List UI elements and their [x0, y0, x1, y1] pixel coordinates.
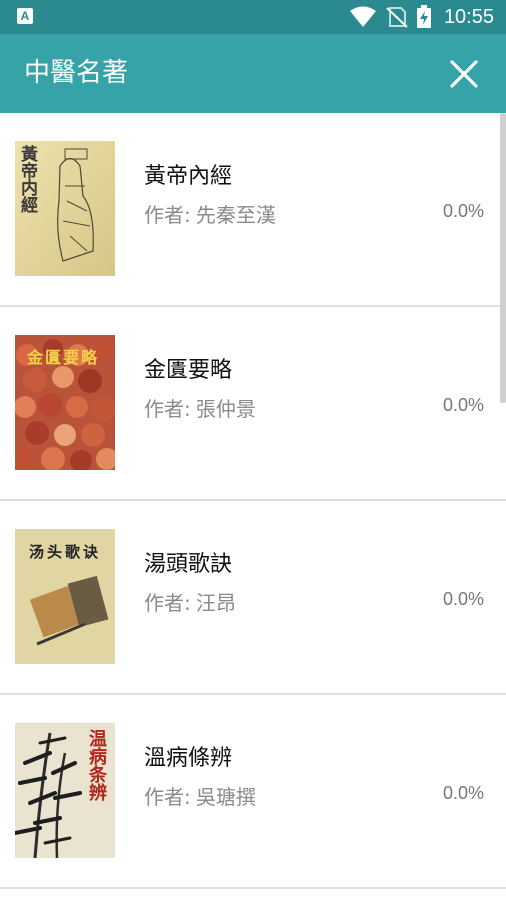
cover-title-2: 金匱要略 — [27, 348, 100, 367]
book-cover-3: 汤头歌诀 — [15, 529, 115, 664]
book-cover-4: 温病条辨 — [15, 723, 115, 858]
clock: 10:55 — [443, 5, 494, 28]
book-title: 溫病條辨 — [144, 746, 233, 771]
cover-title-4: 温病条辨 — [86, 729, 107, 801]
status-icons: 10:55 — [349, 0, 494, 34]
scrollbar[interactable] — [500, 113, 506, 403]
author-line: 作者: 汪昂 — [144, 587, 236, 616]
reading-progress: 0.0% — [442, 589, 484, 609]
app-notification-icon: A — [17, 8, 33, 24]
close-icon — [450, 60, 478, 88]
wifi-icon — [349, 6, 376, 27]
author-label: 作者: — [144, 203, 191, 227]
book-row-1[interactable]: 黃帝内經 黃帝內經 作者: 先秦至漢 0.0% — [0, 113, 506, 307]
author-name: 先秦至漢 — [195, 203, 276, 227]
book-cover-2: 金匱要略 — [15, 335, 115, 470]
battery-charging-icon — [416, 5, 431, 28]
page-title: 中醫名著 — [24, 58, 129, 88]
book-list: 黃帝内經 黃帝內經 作者: 先秦至漢 0.0% 金匱要略 金匱要略 作者: 張仲… — [0, 113, 506, 889]
book-title: 金匱要略 — [144, 358, 233, 383]
close-button[interactable] — [446, 56, 482, 92]
no-sim-icon — [386, 7, 408, 28]
book-row-2[interactable]: 金匱要略 金匱要略 作者: 張仲景 0.0% — [0, 307, 506, 501]
author-name: 汪昂 — [195, 591, 236, 615]
author-line: 作者: 先秦至漢 — [144, 199, 276, 228]
author-line: 作者: 吳瑭撰 — [144, 781, 256, 810]
status-bar: A 10:55 — [0, 0, 506, 34]
app-bar: 中醫名著 — [0, 34, 506, 113]
book-title: 湯頭歌訣 — [144, 552, 233, 577]
reading-progress: 0.0% — [442, 783, 484, 803]
reading-progress: 0.0% — [442, 201, 484, 221]
book-title: 黃帝內經 — [144, 164, 233, 189]
author-name: 吳瑭撰 — [195, 785, 256, 809]
reading-progress: 0.0% — [442, 395, 484, 415]
author-label: 作者: — [144, 591, 191, 615]
author-line: 作者: 張仲景 — [144, 393, 256, 422]
book-row-3[interactable]: 汤头歌诀 湯頭歌訣 作者: 汪昂 0.0% — [0, 501, 506, 695]
cover-title-3: 汤头歌诀 — [29, 543, 102, 561]
book-row-4[interactable]: 温病条辨 溫病條辨 作者: 吳瑭撰 0.0% — [0, 695, 506, 889]
cover-title-1: 黃帝内經 — [17, 145, 37, 213]
author-label: 作者: — [144, 397, 191, 421]
book-cover-1: 黃帝内經 — [15, 141, 115, 276]
author-name: 張仲景 — [195, 397, 256, 421]
author-label: 作者: — [144, 785, 191, 809]
